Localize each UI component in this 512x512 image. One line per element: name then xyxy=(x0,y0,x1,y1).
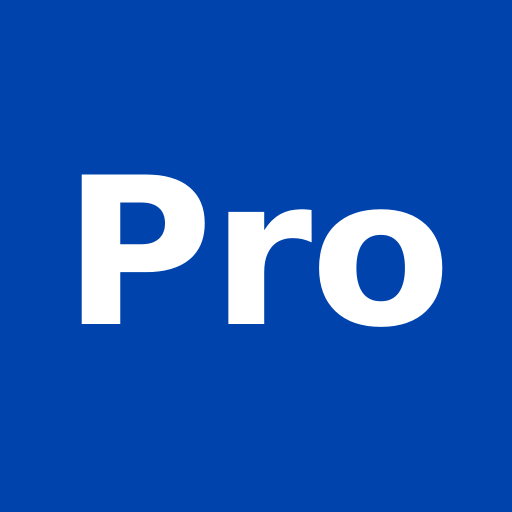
pro-badge-tile: Pro xyxy=(0,0,512,512)
pro-label: Pro xyxy=(62,134,451,373)
